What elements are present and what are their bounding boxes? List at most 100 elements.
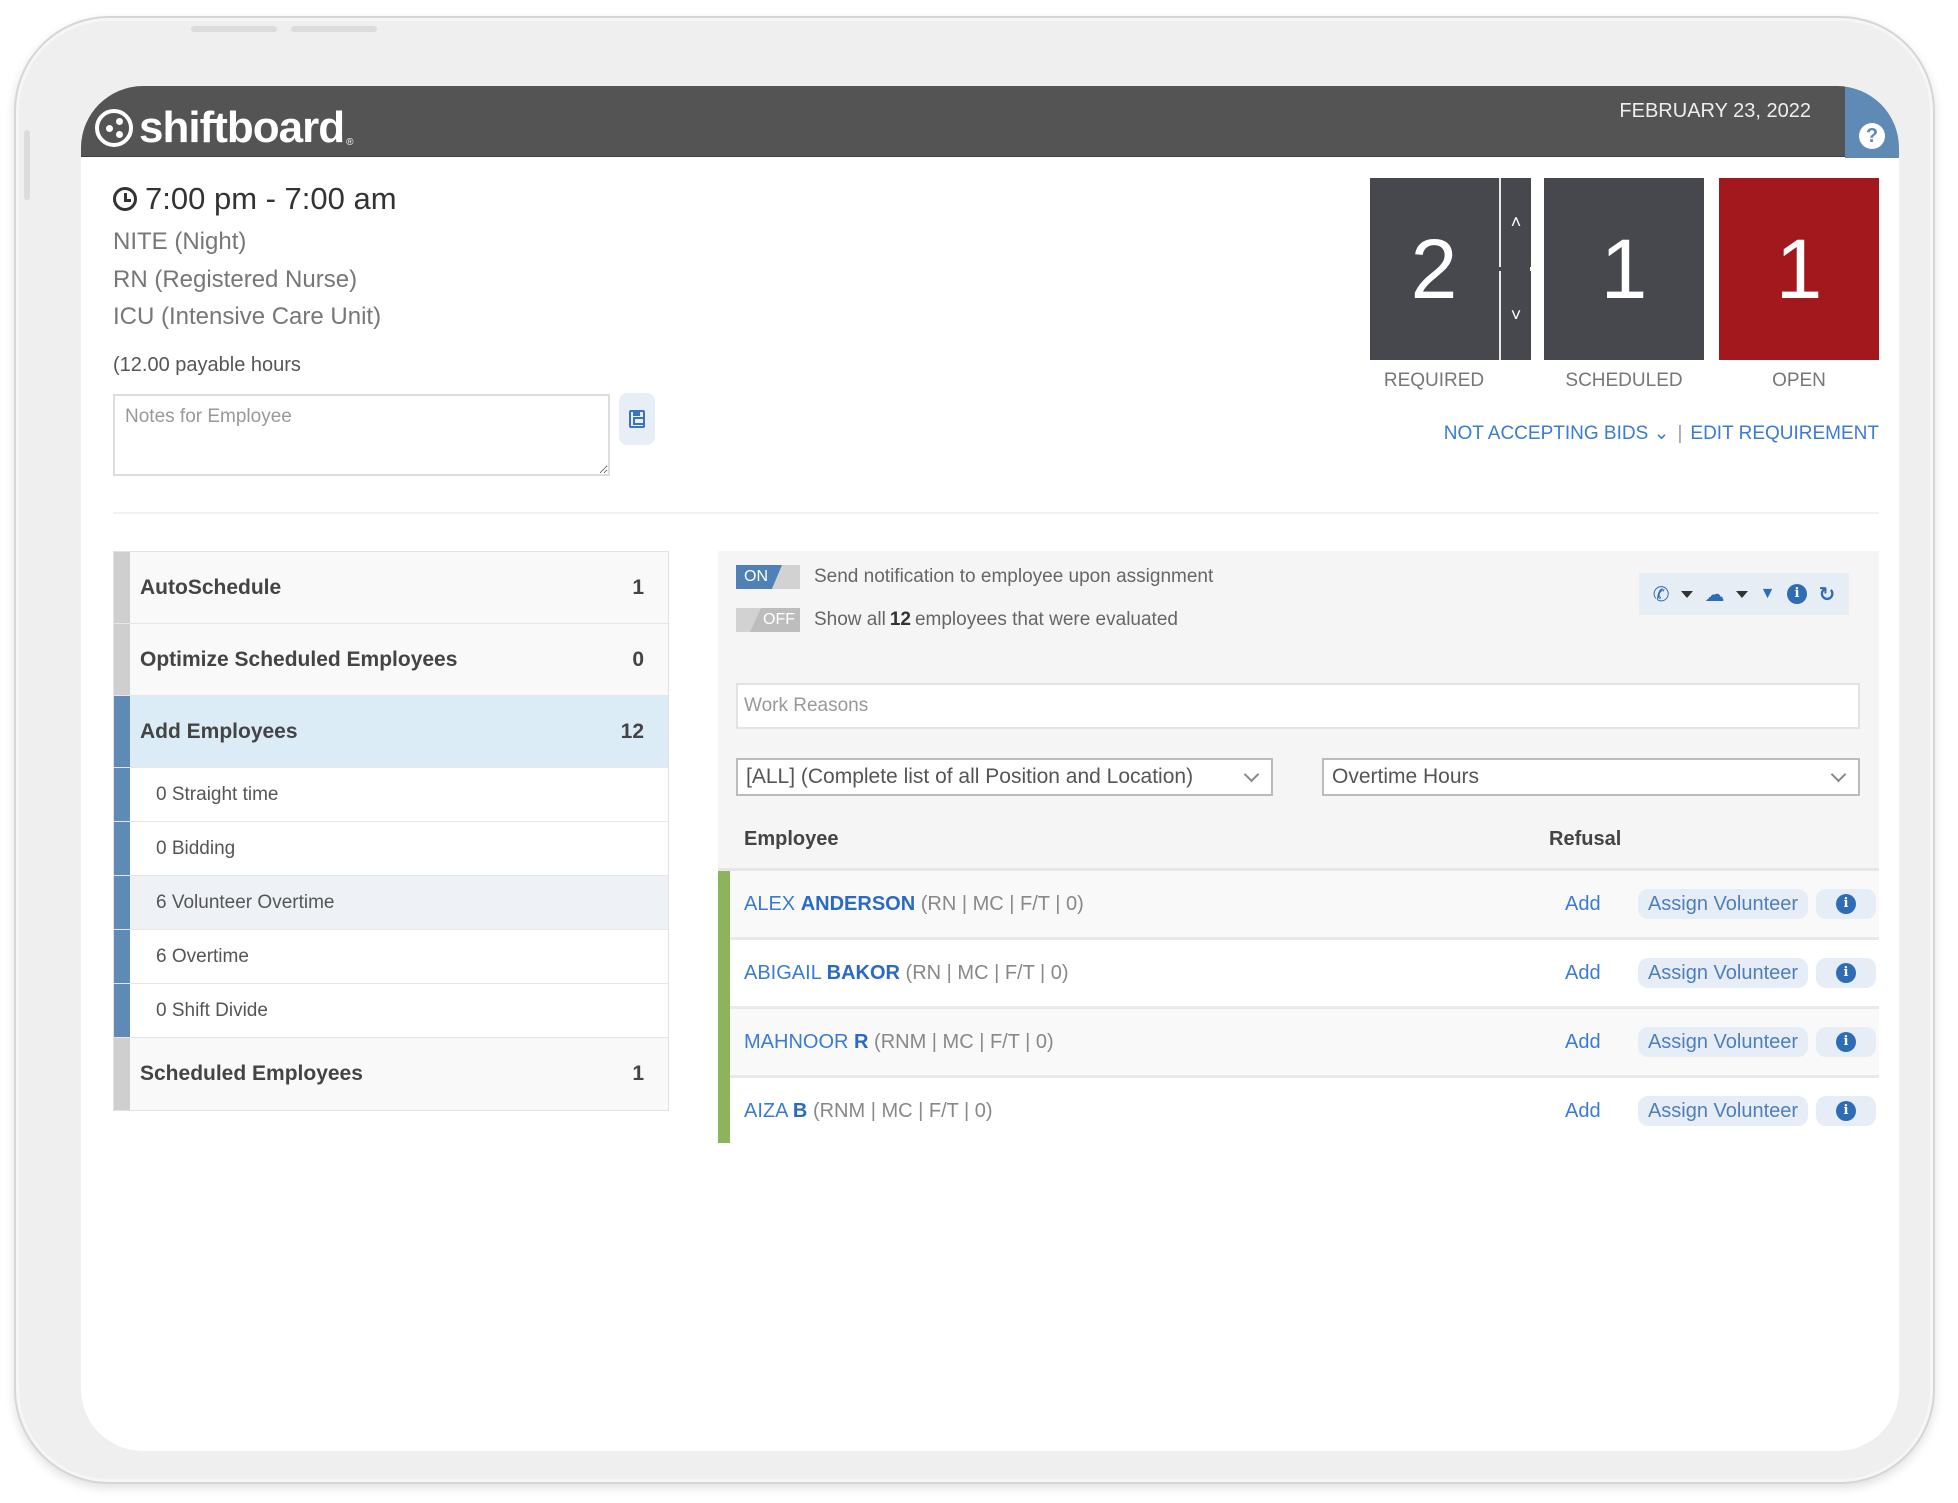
- app-header: shiftboard ® FEBRUARY 23, 2022: [81, 86, 1845, 157]
- employee-info-button[interactable]: i: [1816, 889, 1876, 919]
- employee-info-button[interactable]: i: [1816, 958, 1876, 988]
- employee-row: ABIGAIL BAKOR (RN | MC | F/T | 0) Add As…: [718, 940, 1879, 1009]
- bidding-status-dropdown[interactable]: NOT ACCEPTING BIDS ⌄: [1444, 422, 1670, 445]
- scheduling-menu: AutoSchedule 1 Optimize Scheduled Employ…: [113, 551, 669, 1111]
- edit-requirement-link[interactable]: EDIT REQUIREMENT: [1690, 423, 1879, 445]
- notes-for-employee-input[interactable]: [113, 394, 610, 476]
- menu-item-scheduled-employees[interactable]: Scheduled Employees 1: [114, 1038, 668, 1110]
- employee-row: AIZA B (RNM | MC | F/T | 0) Add Assign V…: [718, 1078, 1879, 1147]
- chevron-down-icon: ˅: [1510, 305, 1522, 325]
- add-button[interactable]: Add: [1565, 893, 1601, 916]
- eligibility-indicator: [718, 871, 730, 940]
- menu-item-label: Scheduled Employees: [140, 1062, 363, 1085]
- decrement-required-button[interactable]: ˅: [1499, 271, 1531, 360]
- position-location-select[interactable]: [ALL] (Complete list of all Position and…: [736, 758, 1273, 796]
- device-button: [191, 26, 277, 32]
- registered-mark: ®: [346, 137, 354, 148]
- chevron-down-icon: [1830, 766, 1847, 782]
- notify-toggle[interactable]: ON: [736, 565, 800, 589]
- menu-indicator: [114, 822, 130, 875]
- payable-hours: (12.00 payable hours: [113, 354, 301, 376]
- save-notes-button[interactable]: [619, 393, 655, 445]
- menu-item-autoschedule[interactable]: AutoSchedule 1: [114, 552, 668, 624]
- menu-indicator: [114, 930, 130, 983]
- submenu-bidding[interactable]: 0 Bidding: [114, 822, 668, 876]
- shift-location: ICU (Intensive Care Unit): [113, 303, 382, 330]
- brand-name: shiftboard: [139, 103, 345, 152]
- menu-item-label: Optimize Scheduled Employees: [140, 647, 458, 671]
- submenu-label: 0 Straight time: [156, 783, 279, 805]
- assign-volunteer-button[interactable]: Assign Volunteer: [1638, 1027, 1808, 1057]
- open-counter: 1: [1719, 178, 1879, 360]
- required-stepper: ˄ ˅: [1499, 178, 1531, 360]
- assign-volunteer-button[interactable]: Assign Volunteer: [1638, 889, 1808, 919]
- submenu-straight-time[interactable]: 0 Straight time: [114, 768, 668, 822]
- work-reasons-input[interactable]: [736, 683, 1860, 729]
- refusal-column-header: Refusal: [1549, 828, 1622, 850]
- save-icon: [629, 410, 645, 428]
- menu-item-count: 1: [632, 1062, 644, 1085]
- increment-required-button[interactable]: ˄: [1499, 178, 1531, 267]
- show-all-toggle[interactable]: OFF: [736, 608, 800, 632]
- info-icon[interactable]: i: [1786, 584, 1807, 604]
- link-separator: |: [1677, 422, 1683, 444]
- download-dropdown-caret-icon[interactable]: [1736, 590, 1749, 598]
- refresh-icon[interactable]: ↻: [1818, 582, 1835, 607]
- info-icon: i: [1836, 894, 1856, 914]
- menu-indicator: [114, 696, 130, 767]
- shiftboard-logo[interactable]: shiftboard ®: [95, 106, 353, 150]
- add-button[interactable]: Add: [1565, 962, 1601, 985]
- chevron-up-icon: ˄: [1510, 212, 1522, 232]
- select-value: [ALL] (Complete list of all Position and…: [746, 765, 1194, 788]
- assign-volunteer-button[interactable]: Assign Volunteer: [1638, 958, 1808, 988]
- panel-empty-area: [718, 1143, 1879, 1351]
- required-value: 2: [1410, 221, 1458, 316]
- submenu-volunteer-overtime[interactable]: 6 Volunteer Overtime: [114, 876, 668, 930]
- help-button[interactable]: ?: [1845, 86, 1899, 158]
- evaluated-count: 12: [889, 609, 911, 630]
- tablet-frame: shiftboard ® FEBRUARY 23, 2022 ? 7:00 pm…: [14, 16, 1935, 1484]
- submenu-label: 6 Volunteer Overtime: [156, 891, 335, 913]
- logo-icon: [95, 109, 133, 147]
- eligibility-indicator: [718, 940, 730, 1009]
- select-value: Overtime Hours: [1332, 765, 1480, 788]
- assign-volunteer-button[interactable]: Assign Volunteer: [1638, 1096, 1808, 1126]
- sort-by-select[interactable]: Overtime Hours: [1322, 758, 1860, 796]
- employee-name-link[interactable]: AIZA B (RNM | MC | F/T | 0): [744, 1100, 993, 1123]
- cloud-download-icon[interactable]: ☁: [1705, 582, 1725, 607]
- help-icon: ?: [1859, 123, 1885, 149]
- eligibility-indicator: [718, 1009, 730, 1078]
- shift-time-text: 7:00 pm - 7:00 am: [145, 181, 397, 216]
- required-label: REQUIRED: [1383, 370, 1485, 391]
- submenu-shift-divide[interactable]: 0 Shift Divide: [114, 984, 668, 1038]
- phone-dropdown-caret-icon[interactable]: [1681, 590, 1694, 598]
- employee-info-button[interactable]: i: [1816, 1027, 1876, 1057]
- submenu-overtime[interactable]: 6 Overtime: [114, 930, 668, 984]
- employee-name-link[interactable]: MAHNOOR R (RNM | MC | F/T | 0): [744, 1031, 1054, 1054]
- menu-item-optimize[interactable]: Optimize Scheduled Employees 0: [114, 624, 668, 696]
- add-button[interactable]: Add: [1565, 1100, 1601, 1123]
- notify-label: Send notification to employee upon assig…: [814, 566, 1214, 587]
- menu-indicator: [114, 552, 130, 623]
- toggle-state: ON: [736, 565, 782, 589]
- info-icon: i: [1836, 963, 1856, 983]
- device-button: [291, 26, 377, 32]
- employee-name-link[interactable]: ALEX ANDERSON (RN | MC | F/T | 0): [744, 893, 1084, 916]
- filter-icon[interactable]: ▼: [1760, 585, 1776, 603]
- requirement-links: NOT ACCEPTING BIDS ⌄ | EDIT REQUIREMENT: [1444, 422, 1879, 445]
- add-button[interactable]: Add: [1565, 1031, 1601, 1054]
- menu-indicator: [114, 876, 130, 929]
- info-icon: i: [1836, 1101, 1856, 1121]
- employee-name-link[interactable]: ABIGAIL BAKOR (RN | MC | F/T | 0): [744, 962, 1069, 985]
- menu-indicator: [114, 624, 130, 695]
- menu-indicator: [114, 768, 130, 821]
- menu-item-add-employees[interactable]: Add Employees 12: [114, 696, 668, 768]
- scheduled-label: SCHEDULED: [1565, 370, 1683, 391]
- employee-info-button[interactable]: i: [1816, 1096, 1876, 1126]
- eligibility-indicator: [718, 1078, 730, 1147]
- shift-time: 7:00 pm - 7:00 am: [113, 181, 397, 217]
- menu-item-count: 0: [632, 647, 644, 671]
- phone-icon[interactable]: ✆: [1653, 582, 1670, 607]
- scheduled-value: 1: [1600, 221, 1648, 316]
- current-date: FEBRUARY 23, 2022: [1619, 100, 1811, 122]
